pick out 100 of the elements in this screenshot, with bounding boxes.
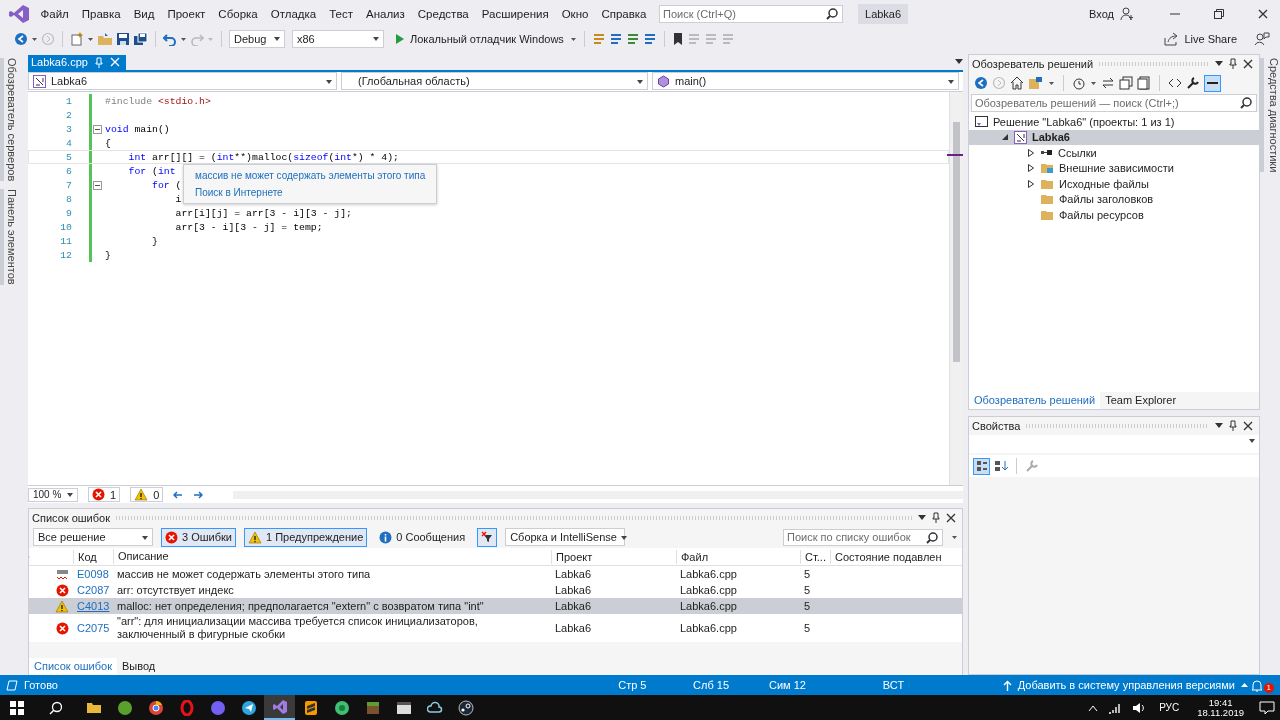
- menu-item[interactable]: Средства: [411, 5, 476, 22]
- clear-filter-button[interactable]: [477, 527, 498, 547]
- search-field[interactable]: Поиск (Ctrl+Q): [659, 4, 843, 23]
- menu-item[interactable]: Анализ: [359, 5, 412, 22]
- uncomment-icon[interactable]: [642, 31, 657, 46]
- feedback-icon[interactable]: [1254, 31, 1270, 46]
- sync-icon[interactable]: [1101, 76, 1115, 90]
- tree-item[interactable]: Ссылки: [1058, 146, 1097, 159]
- error-code-link[interactable]: E0098: [73, 567, 113, 581]
- menu-item[interactable]: Правка: [75, 5, 128, 22]
- configuration-dropdown[interactable]: Debug: [229, 29, 285, 48]
- switch-view-icon[interactable]: [1028, 76, 1044, 90]
- tree-item[interactable]: Внешние зависимости: [1059, 162, 1174, 175]
- menu-item[interactable]: Тест: [322, 5, 360, 22]
- member-dropdown[interactable]: main(): [652, 72, 959, 90]
- maximize-icon[interactable]: [1214, 8, 1224, 19]
- tree-item[interactable]: Labka6: [1032, 131, 1070, 144]
- ring-app-icon[interactable]: [178, 699, 195, 716]
- error-code-link[interactable]: C2075: [73, 621, 113, 635]
- panel-tab[interactable]: Team Explorer: [1100, 392, 1182, 409]
- web-search-link[interactable]: Поиск в Интернете: [195, 186, 283, 199]
- wrench-icon[interactable]: [1186, 76, 1200, 90]
- filter-toggle[interactable]: 0 Сообщения: [375, 527, 470, 547]
- search-icon[interactable]: [926, 531, 938, 544]
- volume-icon[interactable]: [1132, 701, 1147, 714]
- search-field[interactable]: Поиск по списку ошибок: [783, 528, 943, 546]
- menu-item[interactable]: Проект: [160, 5, 212, 22]
- window-icon[interactable]: [395, 699, 412, 716]
- platform-dropdown[interactable]: x86: [292, 29, 384, 48]
- side-tab[interactable]: Обозреватель серверов: [0, 58, 22, 182]
- home-icon[interactable]: [1010, 76, 1024, 90]
- collapsed-arrow-icon[interactable]: [1027, 164, 1035, 173]
- collapsed-arrow-icon[interactable]: [1027, 179, 1035, 188]
- visual-studio-icon[interactable]: [271, 698, 288, 715]
- collapse-icon[interactable]: [93, 180, 102, 190]
- column-header[interactable]: Ст...: [800, 549, 830, 564]
- warning-count[interactable]: 0: [130, 487, 164, 502]
- error-row[interactable]: E0098 массив не может содержать элементы этого типа Labka6 Labka6.cpp 5: [29, 566, 962, 582]
- menu-item[interactable]: Сборка: [211, 5, 265, 22]
- categorized-toggle[interactable]: [973, 457, 990, 475]
- alphabetical-icon[interactable]: [994, 460, 1008, 472]
- search-field[interactable]: Обозреватель решений — поиск (Ctrl+;): [971, 94, 1257, 112]
- sublime-icon[interactable]: [302, 699, 319, 716]
- scope-dropdown[interactable]: (Глобальная область): [341, 72, 648, 90]
- tree-item[interactable]: Файлы ресурсов: [1059, 208, 1144, 221]
- tree-item[interactable]: Исходные файлы: [1059, 177, 1149, 190]
- zoom-dropdown[interactable]: 100 %: [28, 487, 78, 502]
- menu-item[interactable]: Вид: [127, 5, 161, 22]
- wifi-icon[interactable]: [1108, 701, 1123, 714]
- panel-tab[interactable]: Список ошибок: [29, 658, 117, 675]
- column-header[interactable]: Файл: [676, 549, 800, 564]
- source-dropdown[interactable]: Сборка и IntelliSense: [505, 528, 626, 546]
- close-icon[interactable]: [1243, 58, 1253, 69]
- column-header[interactable]: Код: [73, 549, 113, 564]
- user-icon[interactable]: [1120, 6, 1134, 21]
- filter-toggle[interactable]: 3 Ошибки: [161, 527, 236, 547]
- collapse-all-icon[interactable]: [1119, 76, 1133, 90]
- undo-icon[interactable]: [163, 31, 177, 46]
- chat-bubble-icon[interactable]: [209, 699, 226, 716]
- menu-item[interactable]: Отладка: [264, 5, 323, 22]
- menu-item[interactable]: Расширения: [475, 5, 556, 22]
- chevron-icon[interactable]: [1088, 703, 1099, 712]
- dropdown-icon[interactable]: [918, 514, 926, 521]
- save-icon[interactable]: [116, 31, 130, 46]
- next-arrow-icon[interactable]: [193, 490, 204, 499]
- cloud-icon[interactable]: [426, 699, 443, 716]
- show-all-files-icon[interactable]: [1137, 76, 1151, 90]
- pin-icon[interactable]: [1229, 58, 1237, 69]
- menu-item[interactable]: Файл: [34, 5, 76, 22]
- dropdown-icon[interactable]: [1215, 422, 1223, 429]
- indent-icon[interactable]: [608, 31, 623, 46]
- bookmark-icon[interactable]: [671, 31, 684, 46]
- column-header[interactable]: Проект: [551, 549, 676, 564]
- paper-plane-icon[interactable]: [240, 699, 257, 716]
- side-tab[interactable]: Панель элементов: [0, 189, 22, 285]
- disc-app-icon[interactable]: [333, 699, 350, 716]
- back-icon[interactable]: [974, 76, 988, 90]
- source-control-button[interactable]: Добавить в систему управления версиями: [1002, 679, 1248, 691]
- error-code-link[interactable]: C2087: [73, 583, 113, 597]
- panel-tab[interactable]: Вывод: [117, 658, 161, 675]
- round-app-icon[interactable]: [116, 699, 133, 716]
- clock[interactable]: 19:41 18.11.2019: [1197, 697, 1244, 718]
- side-tab[interactable]: Средства диагностики: [1260, 58, 1280, 173]
- close-icon[interactable]: [946, 512, 956, 523]
- error-count[interactable]: 1: [88, 487, 121, 502]
- dropdown-icon[interactable]: [1215, 60, 1223, 67]
- error-row[interactable]: C4013 malloc: нет определения; предполагается "extern" с возвратом типа "int" Labka6 Labka6.cpp 5: [29, 598, 962, 614]
- new-project-icon[interactable]: [70, 31, 84, 46]
- comment-icon[interactable]: [625, 31, 640, 46]
- dropdown-icon[interactable]: [955, 59, 963, 65]
- back-icon[interactable]: [14, 31, 28, 46]
- save-all-icon[interactable]: [133, 31, 148, 46]
- search-icon[interactable]: [1240, 97, 1252, 109]
- collapsed-arrow-icon[interactable]: [1027, 148, 1035, 157]
- pin-icon[interactable]: [932, 512, 940, 523]
- expanded-arrow-icon[interactable]: [1001, 133, 1009, 142]
- pin-icon[interactable]: [1229, 420, 1237, 431]
- preview-toggle[interactable]: [1204, 74, 1221, 92]
- search-icon[interactable]: [826, 7, 838, 20]
- find-icon[interactable]: [591, 31, 606, 46]
